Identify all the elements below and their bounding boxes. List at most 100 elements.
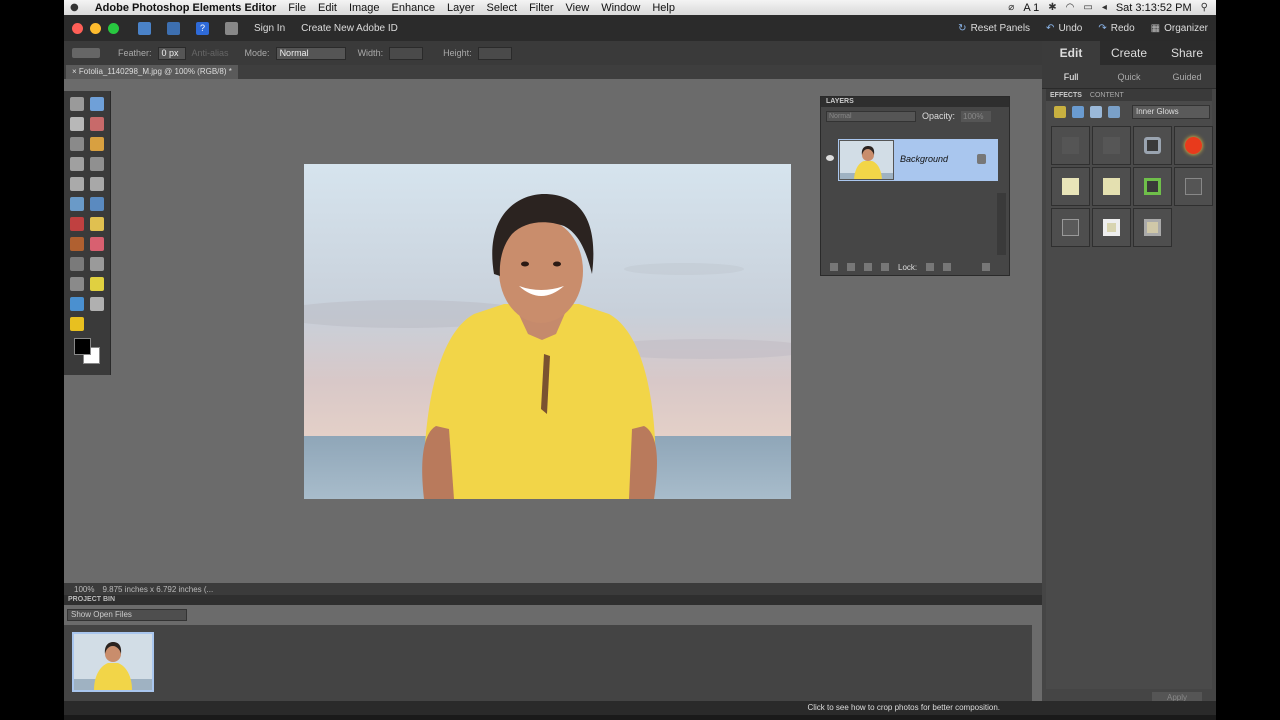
photo-effects-icon[interactable]: [1054, 106, 1066, 118]
quick-selection-tool-icon[interactable]: [90, 157, 104, 171]
lock-transparent-icon[interactable]: [926, 263, 935, 271]
clone-stamp-tool-icon[interactable]: [70, 237, 84, 251]
layer-mask-icon[interactable]: [881, 263, 889, 271]
move-tool-icon[interactable]: [70, 97, 84, 111]
healing-brush-tool-icon[interactable]: [90, 217, 104, 231]
marquee-tool-icon[interactable]: [70, 137, 84, 151]
menu-file[interactable]: File: [282, 2, 312, 14]
blur-tool-icon[interactable]: [90, 297, 104, 311]
photo-effects-2-icon[interactable]: [1108, 106, 1120, 118]
menu-layer[interactable]: Layer: [441, 2, 481, 14]
effect-thumbnail[interactable]: [1051, 167, 1090, 206]
brush-tool-icon[interactable]: [70, 257, 84, 271]
close-window-icon[interactable]: [72, 22, 83, 34]
undo-button[interactable]: ↶ Undo: [1038, 23, 1090, 34]
foreground-color-swatch[interactable]: [74, 338, 91, 355]
battery-icon[interactable]: ▭: [1083, 2, 1092, 13]
bluetooth-icon[interactable]: ✱: [1048, 2, 1056, 13]
help-icon[interactable]: ?: [196, 21, 209, 35]
opacity-input[interactable]: 100%: [961, 110, 992, 122]
smart-brush-tool-icon[interactable]: [90, 257, 104, 271]
effect-thumbnail[interactable]: [1092, 126, 1131, 165]
custom-shape-tool-icon[interactable]: [70, 297, 84, 311]
menu-view[interactable]: View: [560, 2, 596, 14]
anti-alias-checkbox[interactable]: Anti-alias: [192, 48, 229, 58]
tab-quick[interactable]: Quick: [1100, 65, 1158, 88]
filters-icon[interactable]: [1072, 106, 1084, 118]
type-tool-icon[interactable]: [70, 177, 84, 191]
delete-layer-icon[interactable]: [982, 263, 991, 271]
effect-thumbnail[interactable]: [1092, 167, 1131, 206]
menubar-clock[interactable]: Sat 3:13:52 PM: [1116, 2, 1192, 14]
layers-scrollbar[interactable]: [997, 193, 1006, 255]
tab-guided[interactable]: Guided: [1158, 65, 1216, 88]
paperclip-icon[interactable]: ⌀: [1008, 2, 1014, 13]
mode-select[interactable]: Normal: [275, 46, 346, 60]
width-input[interactable]: [389, 46, 424, 60]
magic-wand-tool-icon[interactable]: [70, 157, 84, 171]
effect-thumbnail[interactable]: [1051, 208, 1090, 247]
tab-share[interactable]: Share: [1158, 41, 1216, 65]
effect-thumbnail[interactable]: [1133, 167, 1172, 206]
red-eye-tool-icon[interactable]: [70, 217, 84, 231]
eraser-tool-icon[interactable]: [90, 237, 104, 251]
menu-edit[interactable]: Edit: [312, 2, 343, 14]
lasso-tool-icon[interactable]: [90, 137, 104, 151]
document-tab[interactable]: × Fotolia_1140298_M.jpg @ 100% (RGB/8) *: [66, 65, 238, 79]
effect-thumbnail[interactable]: [1174, 167, 1213, 206]
paint-bucket-tool-icon[interactable]: [70, 277, 84, 291]
effect-thumbnail[interactable]: [1133, 126, 1172, 165]
volume-icon[interactable]: ◂: [1102, 2, 1107, 13]
lock-all-icon[interactable]: [943, 263, 952, 271]
gradient-tool-icon[interactable]: [90, 277, 104, 291]
effect-thumbnail[interactable]: [1051, 126, 1090, 165]
reset-panels-button[interactable]: ↻ Reset Panels: [950, 23, 1038, 34]
arrange-layout-icon[interactable]: [225, 21, 238, 35]
eyedropper-tool-icon[interactable]: [90, 117, 104, 131]
layer-styles-icon[interactable]: [1090, 106, 1102, 118]
save-icon[interactable]: [167, 21, 180, 35]
photo-canvas[interactable]: [304, 164, 791, 499]
cookie-cutter-tool-icon[interactable]: [70, 197, 84, 211]
app-name-menu[interactable]: Adobe Photoshop Elements Editor: [85, 2, 283, 14]
visibility-eye-icon[interactable]: [826, 155, 834, 161]
menu-image[interactable]: Image: [343, 2, 386, 14]
blend-mode-select[interactable]: Normal: [826, 110, 916, 122]
redo-button[interactable]: ↷ Redo: [1090, 23, 1142, 34]
zoom-level[interactable]: 100%: [74, 585, 94, 594]
tab-full[interactable]: Full: [1042, 65, 1100, 88]
zoom-tool-icon[interactable]: [90, 97, 104, 111]
tab-content[interactable]: CONTENT: [1090, 92, 1124, 99]
sign-in-link[interactable]: Sign In: [246, 23, 293, 34]
new-layer-icon[interactable]: [830, 263, 838, 271]
spotlight-search-icon[interactable]: ⚲: [1201, 2, 1208, 13]
crop-tool-icon[interactable]: [90, 177, 104, 191]
apple-icon[interactable]: ●: [64, 2, 85, 13]
wifi-icon[interactable]: ◠: [1066, 2, 1075, 13]
tab-edit[interactable]: Edit: [1042, 41, 1100, 65]
create-adobe-id-link[interactable]: Create New Adobe ID: [293, 23, 406, 34]
layer-row-background[interactable]: Background: [838, 139, 998, 181]
minimize-window-icon[interactable]: [90, 22, 101, 34]
height-input[interactable]: [477, 46, 512, 60]
effects-category-select[interactable]: Inner Glows: [1132, 105, 1210, 119]
selection-mode-icons[interactable]: [72, 48, 100, 58]
tab-effects[interactable]: EFFECTS: [1050, 92, 1082, 99]
project-bin-filter-select[interactable]: Show Open Files: [67, 609, 187, 621]
menubar-status-text[interactable]: A 1: [1023, 2, 1039, 14]
effect-thumbnail[interactable]: [1174, 126, 1213, 165]
menu-select[interactable]: Select: [481, 2, 524, 14]
adjustment-layer-icon[interactable]: [864, 263, 872, 271]
tab-create[interactable]: Create: [1100, 41, 1158, 65]
menu-filter[interactable]: Filter: [523, 2, 559, 14]
menu-help[interactable]: Help: [646, 2, 681, 14]
recompose-tool-icon[interactable]: [90, 197, 104, 211]
tip-text[interactable]: Click to see how to crop photos for bett…: [807, 701, 1000, 715]
menu-enhance[interactable]: Enhance: [386, 2, 441, 14]
hand-tool-icon[interactable]: [70, 117, 84, 131]
close-tab-icon[interactable]: ×: [72, 67, 79, 76]
sponge-tool-icon[interactable]: [70, 317, 84, 331]
effect-thumbnail[interactable]: [1092, 208, 1131, 247]
effect-thumbnail[interactable]: [1133, 208, 1172, 247]
organizer-button[interactable]: ▦ Organizer: [1143, 23, 1216, 34]
